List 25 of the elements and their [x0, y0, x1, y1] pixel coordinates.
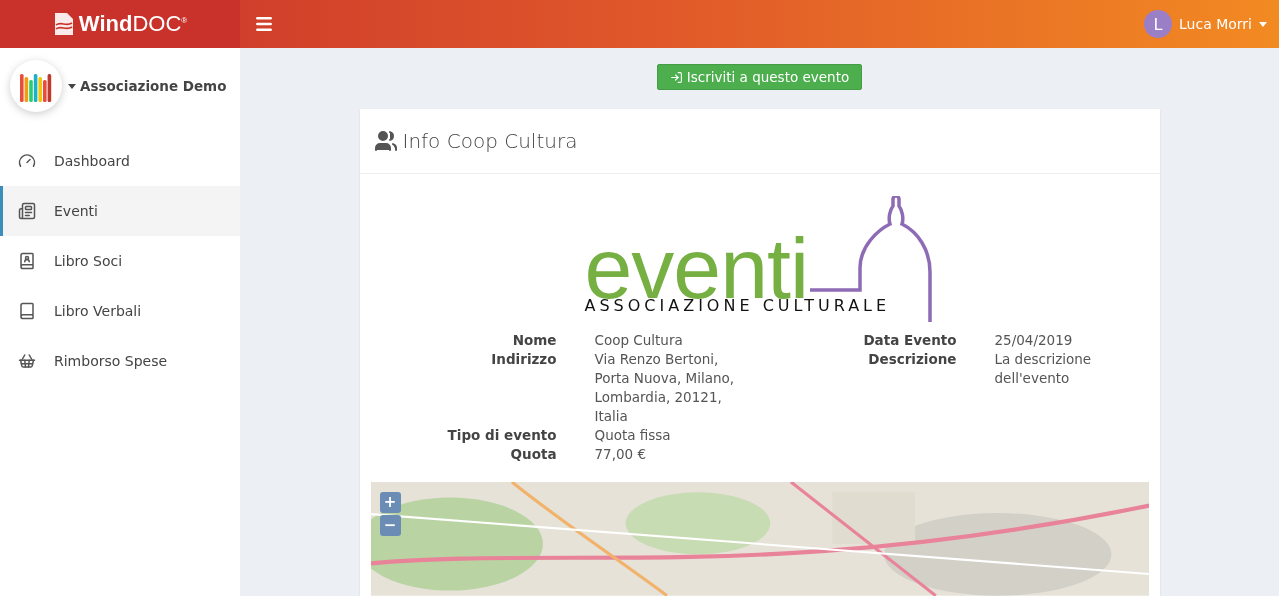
basket-icon	[18, 352, 36, 370]
gauge-icon	[18, 152, 36, 170]
detail-label: Nome	[511, 331, 557, 351]
detail-value: 25/04/2019	[994, 331, 1074, 351]
detail-value: Via Renzo Bertoni, Porta Nuova, Milano, Lombardia, 20121, Italia	[594, 350, 736, 427]
detail-label: Data Evento	[862, 331, 957, 351]
book-icon	[18, 302, 36, 320]
menu-icon[interactable]	[254, 14, 274, 34]
detail-value: La descrizione dell'evento	[994, 350, 1093, 389]
users-icon	[373, 129, 398, 154]
detail-value: 77,00 €	[594, 445, 648, 465]
document-icon	[52, 11, 75, 37]
card-title: Info Coop Cultura	[402, 129, 578, 154]
detail-label: Indirizzo	[490, 350, 557, 370]
detail-label: Descrizione	[867, 350, 957, 370]
detail-value: Coop Cultura	[594, 331, 684, 351]
detail-label: Quota	[509, 445, 557, 465]
organization-dropdown[interactable]: Associazione Demo	[68, 78, 227, 94]
detail-value: Quota fissa	[594, 426, 672, 446]
detail-label: Tipo di evento	[446, 426, 557, 446]
user-avatar: L	[1144, 10, 1173, 38]
sign-in-icon	[669, 70, 683, 84]
contact-book-icon	[18, 252, 36, 270]
sidebar-item[interactable]: Eventi	[0, 186, 240, 236]
newspaper-icon	[18, 202, 36, 220]
